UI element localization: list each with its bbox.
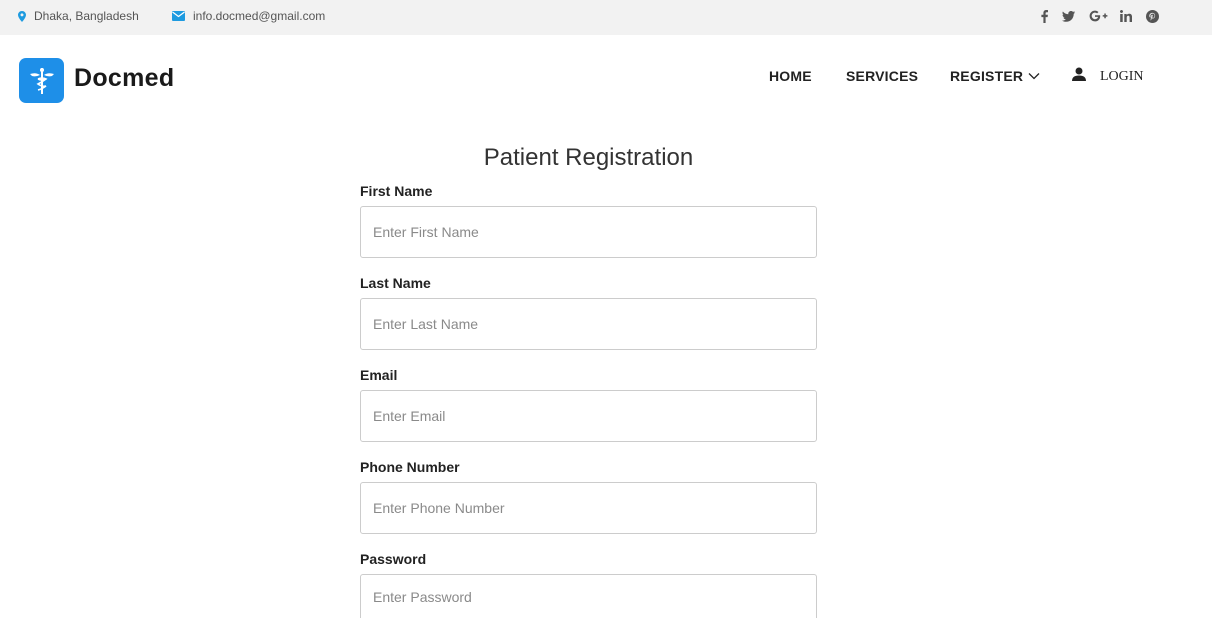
nav-register[interactable]: REGISTER xyxy=(950,68,1040,84)
envelope-icon xyxy=(172,11,185,21)
first-name-input[interactable] xyxy=(360,206,817,258)
pinterest-icon[interactable] xyxy=(1145,7,1159,25)
email-label: Email xyxy=(360,367,398,383)
nav-home[interactable]: HOME xyxy=(769,68,812,84)
nav-login[interactable]: LOGIN xyxy=(1100,69,1144,85)
location-info: Dhaka, Bangladesh xyxy=(18,9,139,23)
chevron-down-icon xyxy=(1028,73,1040,80)
user-icon[interactable] xyxy=(1072,67,1086,81)
linkedin-icon[interactable] xyxy=(1119,7,1133,25)
nav-services[interactable]: SERVICES xyxy=(846,68,918,84)
brand-name[interactable]: Docmed xyxy=(74,64,174,93)
last-name-input[interactable] xyxy=(360,298,817,350)
email-input[interactable] xyxy=(360,390,817,442)
map-marker-icon xyxy=(18,10,26,22)
top-info-bar: Dhaka, Bangladesh info.docmed@gmail.com xyxy=(0,0,1212,35)
facebook-icon[interactable] xyxy=(1038,7,1050,25)
phone-number-input[interactable] xyxy=(360,482,817,534)
password-input[interactable] xyxy=(360,574,817,618)
last-name-label: Last Name xyxy=(360,275,431,291)
location-text: Dhaka, Bangladesh xyxy=(34,9,139,23)
phone-number-label: Phone Number xyxy=(360,459,460,475)
email-info[interactable]: info.docmed@gmail.com xyxy=(172,9,325,23)
first-name-label: First Name xyxy=(360,183,433,199)
logo-icon[interactable] xyxy=(19,58,64,103)
password-label: Password xyxy=(360,551,427,567)
page-title: Patient Registration xyxy=(483,144,694,171)
email-text: info.docmed@gmail.com xyxy=(193,9,326,23)
twitter-icon[interactable] xyxy=(1061,7,1075,25)
nav-register-label: REGISTER xyxy=(950,68,1024,84)
google-plus-icon[interactable] xyxy=(1088,7,1108,25)
